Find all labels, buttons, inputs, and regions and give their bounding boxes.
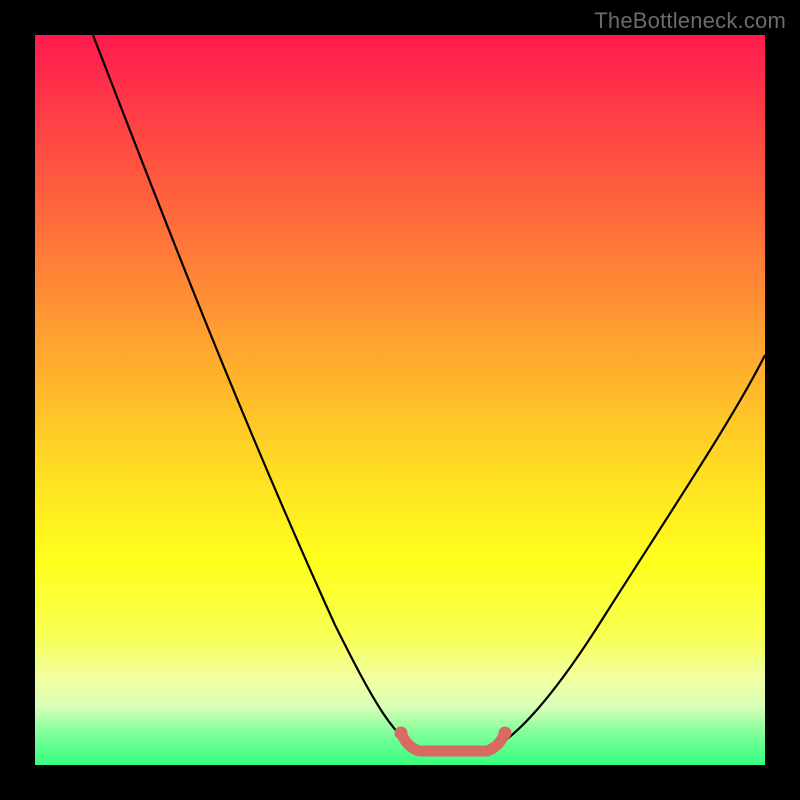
watermark-text: TheBottleneck.com <box>594 8 786 34</box>
chart-frame: TheBottleneck.com <box>0 0 800 800</box>
plot-area <box>35 35 765 765</box>
optimal-zone-dot-right <box>499 727 512 740</box>
optimal-zone-dot-left <box>395 727 408 740</box>
optimal-zone-marker <box>401 733 505 751</box>
bottleneck-curve <box>93 35 765 754</box>
curve-layer <box>35 35 765 765</box>
